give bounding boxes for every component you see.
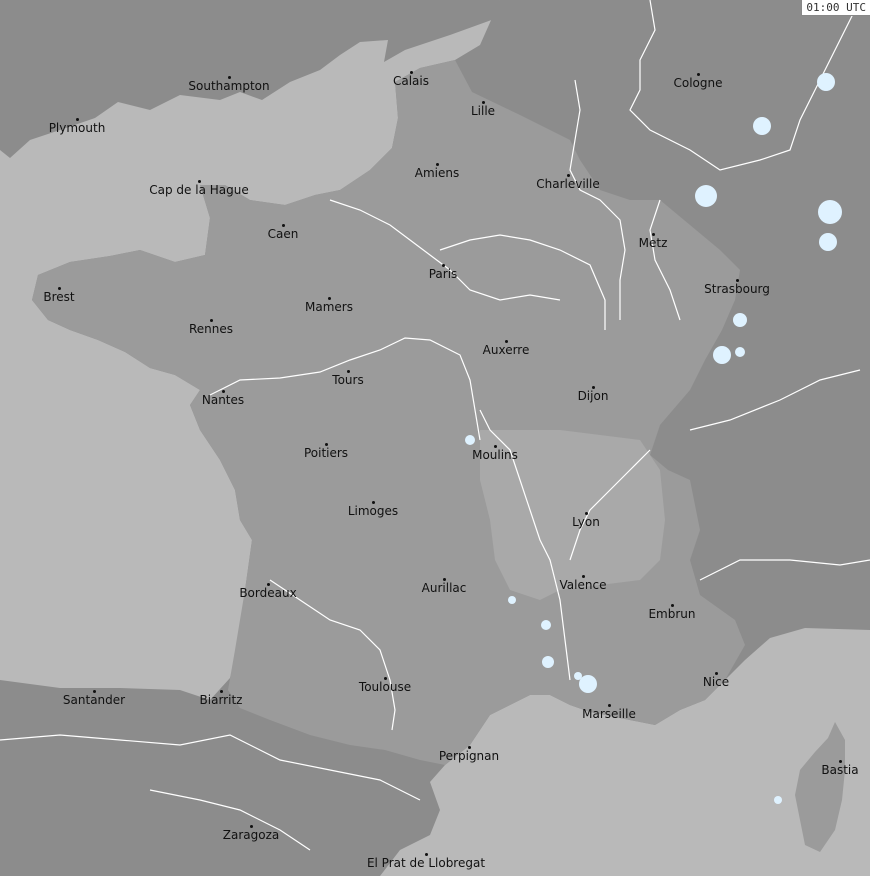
city-label-valence: Valence	[559, 578, 607, 592]
city-label-nice: Nice	[702, 675, 730, 689]
map-base	[0, 0, 870, 876]
city-label-amiens: Amiens	[414, 166, 460, 180]
city-label-biarritz: Biarritz	[199, 693, 243, 707]
timestamp-badge: 01:00 UTC	[801, 0, 870, 16]
city-label-paris: Paris	[428, 267, 458, 281]
city-label-poitiers: Poitiers	[303, 446, 349, 460]
city-label-moulins: Moulins	[472, 448, 518, 462]
city-label-limoges: Limoges	[347, 504, 399, 518]
city-label-tours: Tours	[332, 373, 364, 387]
city-label-rennes: Rennes	[188, 322, 234, 336]
city-label-lille: Lille	[470, 104, 496, 118]
city-label-charleville: Charleville	[536, 177, 600, 191]
city-label-caen: Caen	[267, 227, 299, 241]
city-label-toulouse: Toulouse	[358, 680, 412, 694]
city-label-embrun: Embrun	[648, 607, 696, 621]
city-label-el-prat-de-llobregat: El Prat de Llobregat	[366, 856, 486, 870]
city-label-cologne: Cologne	[673, 76, 723, 90]
city-label-southampton: Southampton	[188, 79, 270, 93]
city-label-perpignan: Perpignan	[438, 749, 500, 763]
city-label-santander: Santander	[62, 693, 126, 707]
city-label-aurillac: Aurillac	[421, 581, 467, 595]
city-label-calais: Calais	[392, 74, 430, 88]
city-label-marseille: Marseille	[582, 707, 636, 721]
city-label-mamers: Mamers	[305, 300, 353, 314]
city-label-metz: Metz	[638, 236, 668, 250]
city-label-dijon: Dijon	[577, 389, 609, 403]
city-label-strasbourg: Strasbourg	[704, 282, 770, 296]
lightning-map[interactable]: Southampton Plymouth Calais Lille Cologne Ami…	[0, 0, 870, 876]
city-label-auxerre: Auxerre	[482, 343, 530, 357]
city-label-bastia: Bastia	[821, 763, 859, 777]
city-label-plymouth: Plymouth	[48, 121, 106, 135]
city-label-cap-de-la-hague: Cap de la Hague	[149, 183, 249, 197]
city-label-bordeaux: Bordeaux	[239, 586, 297, 600]
city-label-lyon: Lyon	[572, 515, 600, 529]
city-label-brest: Brest	[43, 290, 75, 304]
city-label-nantes: Nantes	[201, 393, 245, 407]
city-label-zaragoza: Zaragoza	[222, 828, 280, 842]
